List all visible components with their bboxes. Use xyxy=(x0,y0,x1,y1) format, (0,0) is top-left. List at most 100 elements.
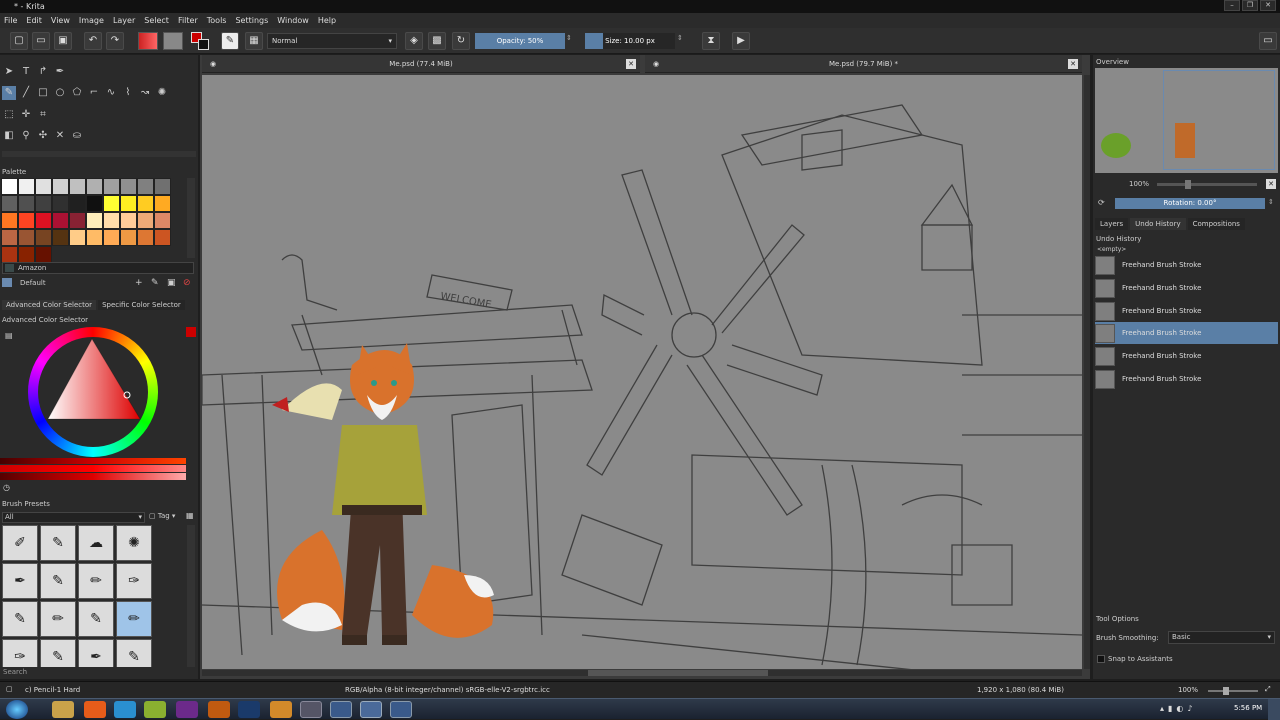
palette-swatch[interactable] xyxy=(1,178,18,195)
preset-fine-icon[interactable]: ✒ xyxy=(78,639,114,667)
palette-swatch[interactable] xyxy=(1,229,18,246)
telegram-task-icon[interactable] xyxy=(114,701,136,718)
blend-mode-select[interactable]: Normal ▾ xyxy=(267,33,397,49)
color-history-strip-2[interactable] xyxy=(0,465,186,472)
color-picker-icon[interactable]: ⚲ xyxy=(19,129,33,143)
rectangle-tool-icon[interactable]: □ xyxy=(36,86,50,100)
color-space-info[interactable]: RGB/Alpha (8-bit integer/channel) sRGB-e… xyxy=(345,686,550,694)
edit-swatch-icon[interactable]: ✎ xyxy=(151,278,159,288)
move-tool-icon[interactable]: ✛ xyxy=(19,108,33,122)
canvas-horizontal-scrollbar[interactable] xyxy=(202,670,1082,676)
open-folder-icon[interactable]: ▭ xyxy=(32,32,50,50)
palette-swatch[interactable] xyxy=(154,195,171,212)
polygon-tool-icon[interactable]: ⬠ xyxy=(70,86,84,100)
mirror-horizontal-icon[interactable]: ⧗ xyxy=(702,32,720,50)
show-desktop-button[interactable] xyxy=(1268,699,1280,720)
preset-marker-icon[interactable]: ✎ xyxy=(40,563,76,599)
palette-swatch[interactable] xyxy=(137,212,154,229)
palette-swatch[interactable] xyxy=(52,195,69,212)
preset-chalk-icon[interactable]: ✏ xyxy=(40,601,76,637)
palette-swatch[interactable] xyxy=(154,229,171,246)
preset-smudge-icon[interactable]: ✑ xyxy=(2,639,38,667)
opacity-slider[interactable]: Opacity: 50% xyxy=(475,33,565,49)
palette-swatch[interactable] xyxy=(35,212,52,229)
palette-swatch[interactable] xyxy=(137,195,154,212)
illustrator-task-icon[interactable] xyxy=(208,701,230,718)
palette-swatch[interactable] xyxy=(69,178,86,195)
fg-bg-color-swatch[interactable] xyxy=(191,32,211,50)
palette-swatch[interactable] xyxy=(69,229,86,246)
rotation-slider[interactable]: Rotation: 0.00° xyxy=(1115,198,1265,209)
assistant-tool-icon[interactable]: ✕ xyxy=(53,129,67,143)
new-document-icon[interactable]: ▢ xyxy=(10,32,28,50)
alpha-lock-icon[interactable]: ▩ xyxy=(428,32,446,50)
palette-swatch[interactable] xyxy=(18,212,35,229)
fullscreen-icon[interactable]: ⤢ xyxy=(1265,685,1271,694)
preset-brush-16-icon[interactable]: ✎ xyxy=(116,639,152,667)
palette-swatch[interactable] xyxy=(69,212,86,229)
tab-layers[interactable]: Layers xyxy=(1095,218,1129,230)
palette-swatch[interactable] xyxy=(86,212,103,229)
history-item[interactable]: Freehand Brush Stroke xyxy=(1095,368,1278,390)
history-item[interactable]: Freehand Brush Stroke xyxy=(1095,277,1278,299)
palette-swatch[interactable] xyxy=(103,229,120,246)
palette-swatch[interactable] xyxy=(120,229,137,246)
palette-swatch[interactable] xyxy=(52,229,69,246)
freehand-path-icon[interactable]: ⌇ xyxy=(121,86,135,100)
preset-charcoal-icon[interactable]: ✎ xyxy=(2,601,38,637)
palette-swatch[interactable] xyxy=(18,229,35,246)
palette-swatch[interactable] xyxy=(154,178,171,195)
brush-editor-icon[interactable]: ▦ xyxy=(245,32,263,50)
save-icon[interactable]: ▣ xyxy=(54,32,72,50)
tab-undo-history[interactable]: Undo History xyxy=(1130,218,1186,230)
menu-layer[interactable]: Layer xyxy=(113,16,135,25)
brush-preset-icon[interactable]: ✎ xyxy=(221,32,239,50)
palette-swatch[interactable] xyxy=(35,246,52,263)
history-item-selected[interactable]: Freehand Brush Stroke xyxy=(1095,322,1278,344)
zoom-slider[interactable] xyxy=(1208,687,1258,695)
preset-bristle-icon[interactable]: ✎ xyxy=(78,601,114,637)
palette-swatch[interactable] xyxy=(1,195,18,212)
multibrush-icon[interactable]: ✺ xyxy=(155,86,169,100)
eraser-icon[interactable]: ◈ xyxy=(405,32,423,50)
palette-swatch[interactable] xyxy=(18,246,35,263)
remove-swatch-icon[interactable]: ⊘ xyxy=(183,278,191,288)
preset-pencil-selected-icon[interactable]: ✏ xyxy=(116,601,152,637)
horizontal-scroll-thumb[interactable] xyxy=(588,670,768,676)
preset-pen-icon[interactable]: ✎ xyxy=(40,525,76,561)
history-item[interactable]: Freehand Brush Stroke xyxy=(1095,345,1278,367)
preset-ink-icon[interactable]: ✒ xyxy=(2,563,38,599)
window-task-icon[interactable] xyxy=(360,701,382,718)
menu-filter[interactable]: Filter xyxy=(178,16,198,25)
window-task-icon[interactable] xyxy=(300,701,322,718)
palette-swatch[interactable] xyxy=(120,195,137,212)
menu-select[interactable]: Select xyxy=(144,16,169,25)
toolbox-scrollbar[interactable] xyxy=(2,151,196,157)
snap-to-assistants-checkbox[interactable] xyxy=(1097,655,1105,663)
canvas-vertical-scrollbar[interactable] xyxy=(1084,75,1090,669)
palette-swatch[interactable] xyxy=(1,246,18,263)
palette-swatch[interactable] xyxy=(35,178,52,195)
color-selector-settings-icon[interactable]: ▤ xyxy=(5,331,13,340)
palette-swatch[interactable] xyxy=(120,178,137,195)
save-palette-icon[interactable]: ▣ xyxy=(167,278,176,288)
palette-swatch[interactable] xyxy=(103,212,120,229)
menu-tools[interactable]: Tools xyxy=(207,16,227,25)
size-stepper-icon[interactable]: ⇕ xyxy=(677,34,683,42)
tab-compositions[interactable]: Compositions xyxy=(1187,218,1245,230)
window-task-icon[interactable] xyxy=(330,701,352,718)
fill-tool-icon[interactable]: ⛀ xyxy=(70,129,84,143)
palette-swatch[interactable] xyxy=(35,195,52,212)
preset-airbrush-icon[interactable]: ☁ xyxy=(78,525,114,561)
overview-zoom-slider[interactable] xyxy=(1157,180,1257,189)
palette-swatch[interactable] xyxy=(137,229,154,246)
rotate-icon[interactable]: ⟳ xyxy=(1098,198,1105,207)
overview-thumbnail[interactable] xyxy=(1095,68,1278,173)
freehand-brush-icon[interactable]: ✎ xyxy=(2,86,16,100)
palette-swatch[interactable] xyxy=(86,195,103,212)
crop-tool-icon[interactable]: ⌗ xyxy=(36,108,50,122)
preset-dry-icon[interactable]: ✎ xyxy=(40,639,76,667)
color-refresh-icon[interactable]: ◷ xyxy=(3,483,10,492)
size-slider[interactable]: Size: 10.00 px xyxy=(585,33,675,49)
palette-swatch[interactable] xyxy=(120,212,137,229)
